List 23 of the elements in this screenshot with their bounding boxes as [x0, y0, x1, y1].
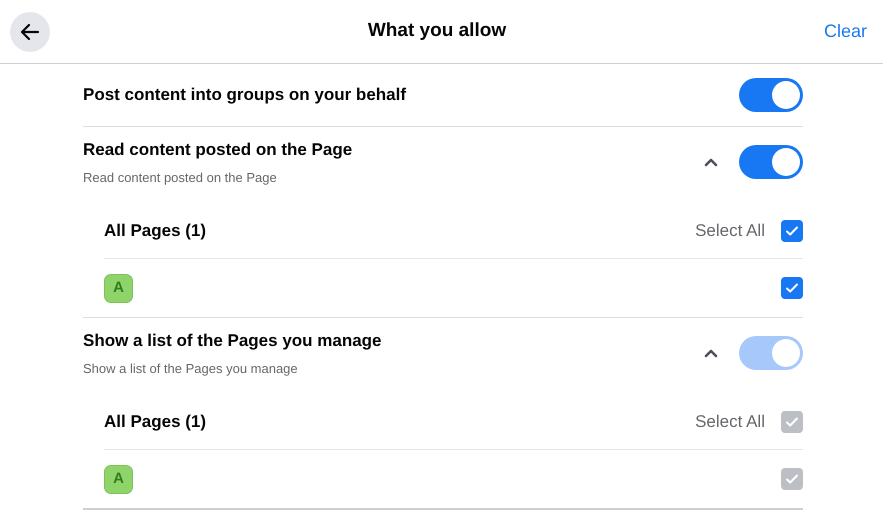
permission-title: Read content posted on the Page: [83, 139, 352, 161]
check-icon: [785, 472, 799, 486]
check-icon: [785, 281, 799, 295]
checkbox[interactable]: [781, 220, 803, 242]
check-icon: [785, 224, 799, 238]
group-label: All Pages (1): [104, 220, 206, 242]
permission-description: Read content posted on the Page: [83, 168, 278, 187]
toggle-switch[interactable]: [739, 145, 803, 179]
back-button[interactable]: [10, 12, 50, 52]
page-title: What you allow: [368, 19, 506, 44]
check-icon: [785, 414, 799, 428]
select-all-label: Select All: [695, 220, 765, 242]
permission-description: Show a list of the Pages you manage: [83, 360, 299, 378]
permission-title: Post content into groups on your behalf: [83, 84, 406, 106]
permission-title: Show a list of the Pages you manage: [83, 330, 382, 352]
page-avatar: A: [104, 464, 133, 494]
page-avatar: A: [104, 274, 133, 302]
checkbox[interactable]: [781, 277, 803, 299]
clear-link[interactable]: Clear: [824, 18, 873, 45]
chevron-up-icon[interactable]: [703, 157, 719, 167]
group-label: All Pages (1): [104, 410, 206, 433]
toggle-switch[interactable]: [739, 78, 803, 112]
select-all-label: Select All: [695, 410, 765, 433]
